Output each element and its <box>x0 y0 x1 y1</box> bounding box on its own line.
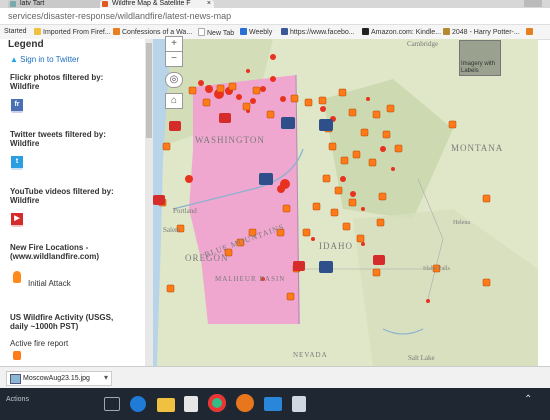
home-button[interactable]: ⌂ <box>165 93 183 109</box>
bookmark-started[interactable]: Started <box>4 28 27 35</box>
chevron-down-icon[interactable]: ▾ <box>104 373 108 382</box>
amazon-icon <box>362 28 369 35</box>
store-icon[interactable] <box>184 396 198 412</box>
label-washington: WASHINGTON <box>195 135 265 145</box>
tab-wildfire-map[interactable]: Wildfire Map & Satellite F × <box>100 0 214 8</box>
label-idaho: IDAHO <box>319 241 353 251</box>
bookmark-weebly[interactable]: Weebly <box>240 28 272 36</box>
tab-label: latv Tart <box>20 0 45 7</box>
document-icon[interactable] <box>292 396 306 412</box>
chevron-up-icon[interactable]: ⌃ <box>524 394 532 405</box>
image-file-icon <box>10 374 21 384</box>
label-malheur: MALHEUR BASIN <box>215 275 285 283</box>
zoom-in-button[interactable]: + <box>165 36 183 52</box>
folder-icon <box>34 28 41 35</box>
action-center-label[interactable]: Actions <box>6 396 29 403</box>
blog-icon <box>526 28 533 35</box>
tab-favicon <box>102 1 108 7</box>
initial-attack-label: Initial Attack <box>28 279 71 288</box>
tab-strip: latv Tart × Wildfire Map & Satellite F × <box>0 0 550 8</box>
tab-label: Wildfire Map & Satellite F <box>112 0 191 7</box>
flickr-icon: fr <box>11 99 23 113</box>
chrome-icon[interactable] <box>208 394 226 412</box>
label-montana: MONTANA <box>451 143 503 153</box>
file-explorer-icon[interactable] <box>157 398 175 412</box>
flame-icon <box>13 271 21 283</box>
youtube-heading: YouTube videos filtered by: Wildfire <box>10 187 114 205</box>
edge-icon[interactable] <box>130 396 146 412</box>
download-filename: MoscowAug23.15.jpg <box>23 375 90 382</box>
bookmark-extra[interactable] <box>526 28 535 36</box>
locate-icon: ◎ <box>169 74 179 85</box>
url-text[interactable]: services/disaster-response/wildlandfire/… <box>8 11 231 21</box>
usgs-heading: US Wildfire Activity (USGS, daily ~1000h … <box>10 313 114 331</box>
download-item[interactable]: MoscowAug23.15.jpg ▾ <box>6 371 112 386</box>
twitter-heading: Twitter tweets filtered by: Wildfire <box>10 130 106 148</box>
twitter-bird-icon: ▲ <box>10 55 18 64</box>
label-cambridge: Cambridge <box>407 40 438 48</box>
label-portland: Portland <box>173 207 197 215</box>
zoom-out-button[interactable]: − <box>165 51 183 67</box>
active-fire-icon <box>13 351 21 360</box>
twitter-signin-link[interactable]: ▲ Sign in to Twitter <box>10 55 79 64</box>
legend-title: Legend <box>8 39 44 50</box>
label-helena: Helena <box>453 220 470 226</box>
map-canvas[interactable]: WASHINGTON OREGON BLUE MOUNTAINS IDAHO M… <box>153 39 538 366</box>
bookmark-imported[interactable]: Imported From Firef... <box>34 28 111 36</box>
bookmarks-bar: Started Imported From Firef... Confessio… <box>0 25 550 40</box>
label-nevada: NEVADA <box>293 351 328 359</box>
locate-button[interactable]: ◎ <box>165 72 183 88</box>
blog-icon <box>113 28 120 35</box>
basemap-label: Imagery with Labels <box>461 61 496 74</box>
bookmark-new-tab[interactable]: New Tab <box>198 28 234 37</box>
label-salt-lake: Salt Lake <box>408 354 435 362</box>
page-icon <box>198 28 205 36</box>
highlight-region <box>189 75 300 324</box>
wildfire-map[interactable]: WASHINGTON OREGON BLUE MOUNTAINS IDAHO M… <box>153 39 538 366</box>
new-fire-heading: New Fire Locations - (www.wildlandfire.co… <box>10 243 100 261</box>
bookmark-amazon[interactable]: Amazon.com: Kindle... <box>362 28 441 36</box>
bookmark-2048[interactable]: 2048 - Harry Potter-... <box>443 28 520 36</box>
tab-favicon <box>10 1 16 7</box>
weebly-icon <box>240 28 247 35</box>
firefox-icon[interactable] <box>236 394 254 412</box>
flickr-heading: Flickr photos filtered by: Wildfire <box>10 73 104 91</box>
tab-close-icon[interactable]: × <box>207 0 211 7</box>
legend-panel: Legend ▲ Sign in to Twitter Flickr photo… <box>0 39 153 366</box>
active-fire-label: Active fire report <box>10 339 69 348</box>
tab-other[interactable]: latv Tart × <box>8 0 108 8</box>
bookmark-facebook[interactable]: https://www.facebo... <box>281 28 355 36</box>
youtube-icon: ▶ <box>11 213 23 227</box>
minimize-button[interactable] <box>524 0 542 7</box>
facebook-icon <box>281 28 288 35</box>
label-idaho-falls: Idaho Falls <box>423 266 450 272</box>
panel-scrollbar[interactable] <box>145 39 153 366</box>
address-bar[interactable]: services/disaster-response/wildlandfire/… <box>0 8 550 25</box>
label-salem: Salem <box>163 226 181 234</box>
taskbar: Actions ⌃ <box>0 388 550 420</box>
game-icon <box>443 28 450 35</box>
bookmark-confessions[interactable]: Confessions of a Wa... <box>113 28 192 36</box>
monitor-icon[interactable] <box>264 397 282 411</box>
task-view-icon[interactable] <box>104 397 120 411</box>
download-shelf: MoscowAug23.15.jpg ▾ <box>0 366 550 389</box>
scrollbar-thumb[interactable] <box>146 43 152 138</box>
twitter-icon: t <box>11 156 23 170</box>
